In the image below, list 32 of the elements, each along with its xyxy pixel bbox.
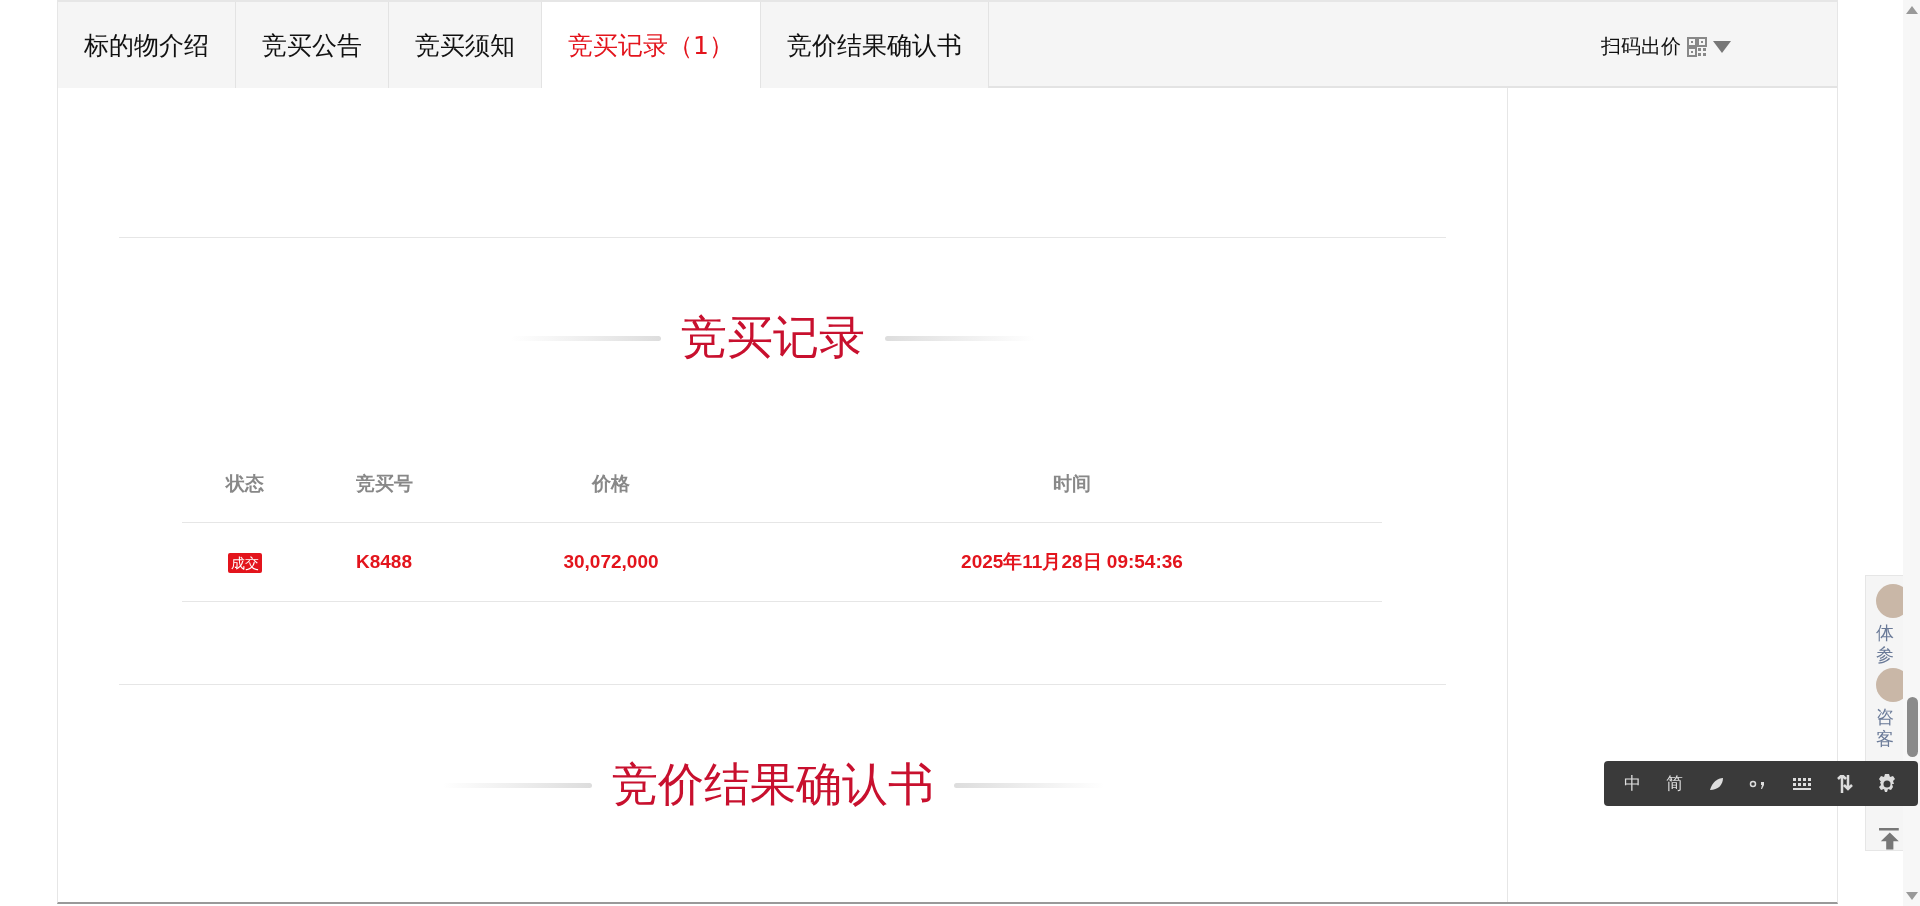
side-link[interactable]: 参: [1876, 644, 1894, 666]
column-header: 状态: [182, 446, 308, 523]
column-header: 价格: [460, 446, 762, 523]
scroll-down-icon[interactable]: [1905, 892, 1918, 900]
tab[interactable]: 竞买须知: [389, 2, 542, 88]
keyboard-icon[interactable]: [1791, 776, 1812, 791]
column-header: 时间: [762, 446, 1382, 523]
ime-key[interactable]: 中: [1624, 772, 1642, 795]
side-link[interactable]: 客: [1876, 728, 1894, 751]
scrollbar[interactable]: [1903, 0, 1920, 906]
tab[interactable]: 竞买公告: [236, 2, 389, 88]
table-cell: 30,072,000: [460, 522, 762, 602]
side-link[interactable]: 体: [1876, 622, 1894, 644]
tab[interactable]: 竞买记录（1）: [542, 2, 761, 88]
section-title: 竞价结果确认书: [611, 756, 934, 813]
back-to-top-icon[interactable]: [1876, 826, 1900, 850]
status-badge: 成交: [228, 553, 262, 573]
settings-icon[interactable]: [1877, 773, 1898, 794]
table-cell: K8488: [308, 522, 460, 602]
caret-icon: [1713, 40, 1731, 53]
tab[interactable]: 标的物介绍: [58, 2, 236, 88]
tab[interactable]: 竞价结果确认书: [760, 2, 989, 88]
scan-bid-button[interactable]: 扫码出价: [1595, 2, 1737, 86]
ime-key[interactable]: 简: [1666, 772, 1684, 795]
side-link[interactable]: 咨: [1876, 706, 1894, 729]
leaf-icon[interactable]: [1708, 775, 1725, 792]
scroll-up-icon[interactable]: [1905, 6, 1918, 14]
scrollbar-thumb[interactable]: [1907, 697, 1918, 757]
qr-code-icon: [1687, 36, 1707, 57]
column-header: 竞买号: [308, 446, 460, 523]
table-cell: 2025年11月28日 09:54:36: [762, 522, 1382, 602]
section-title: 竞买记录: [680, 309, 865, 366]
